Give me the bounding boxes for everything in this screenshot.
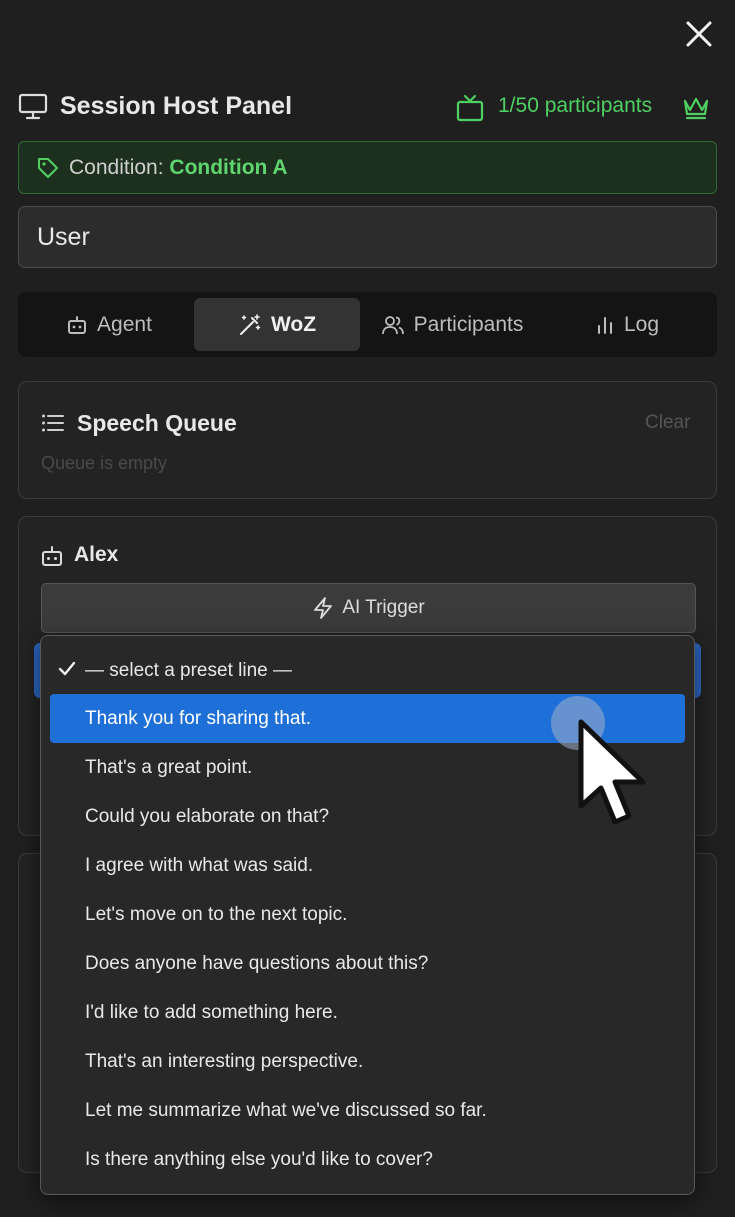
condition-label: Condition: xyxy=(69,156,164,179)
page-title: Session Host Panel xyxy=(60,92,293,120)
participants-count: 1/50 participants xyxy=(498,94,653,117)
dropdown-option-placeholder[interactable]: — select a preset line — xyxy=(50,646,685,695)
tab-bar: Agent WoZ Participants Log xyxy=(18,292,717,357)
close-button[interactable] xyxy=(683,18,715,50)
ai-trigger-button[interactable]: AI Trigger xyxy=(41,583,696,633)
tab-agent[interactable]: Agent xyxy=(26,298,192,351)
tab-log[interactable]: Log xyxy=(546,298,708,351)
tab-participants[interactable]: Participants xyxy=(366,298,538,351)
dropdown-option[interactable]: Let's move on to the next topic. xyxy=(50,890,685,939)
tag-icon xyxy=(36,156,60,180)
magic-wand-icon xyxy=(238,313,262,337)
tab-label: Agent xyxy=(97,312,152,336)
user-name-field[interactable] xyxy=(18,206,717,268)
dropdown-option[interactable]: I agree with what was said. xyxy=(50,841,685,890)
dropdown-option[interactable]: I'd like to add something here. xyxy=(50,988,685,1037)
robot-icon xyxy=(41,545,63,567)
dropdown-option[interactable]: Is there anything else you'd like to cov… xyxy=(50,1135,685,1184)
crown-icon xyxy=(682,95,710,121)
tab-woz[interactable]: WoZ xyxy=(194,298,360,351)
lightning-icon xyxy=(312,596,334,620)
speech-queue-card: Speech Queue Clear Queue is empty xyxy=(18,381,717,499)
agent-name: Alex xyxy=(74,543,119,566)
tab-label: Log xyxy=(623,312,660,336)
dropdown-option[interactable]: Does anyone have questions about this? xyxy=(50,939,685,988)
mouse-pointer-icon xyxy=(577,718,653,830)
speech-queue-title: Speech Queue xyxy=(77,410,237,436)
dropdown-option[interactable]: Let me summarize what we've discussed so… xyxy=(50,1086,685,1135)
dropdown-option[interactable]: That's an interesting perspective. xyxy=(50,1037,685,1086)
tab-label: Participants xyxy=(413,312,524,336)
checkmark-icon xyxy=(58,660,76,678)
ai-trigger-label: AI Trigger xyxy=(342,597,425,618)
robot-icon xyxy=(66,314,88,336)
users-icon xyxy=(381,314,405,336)
queue-empty-text: Queue is empty xyxy=(41,453,168,473)
condition-banner: Condition: Condition A xyxy=(18,141,717,194)
panel-header: Session Host Panel 1/50 participants xyxy=(18,88,716,128)
condition-value: Condition A xyxy=(169,156,288,179)
bar-chart-icon xyxy=(595,315,615,335)
list-icon xyxy=(41,413,65,433)
tv-icon xyxy=(456,94,484,122)
clear-queue-button[interactable]: Clear xyxy=(645,412,690,434)
tab-label: WoZ xyxy=(270,312,317,336)
close-icon xyxy=(686,21,712,47)
monitor-icon xyxy=(18,93,48,121)
